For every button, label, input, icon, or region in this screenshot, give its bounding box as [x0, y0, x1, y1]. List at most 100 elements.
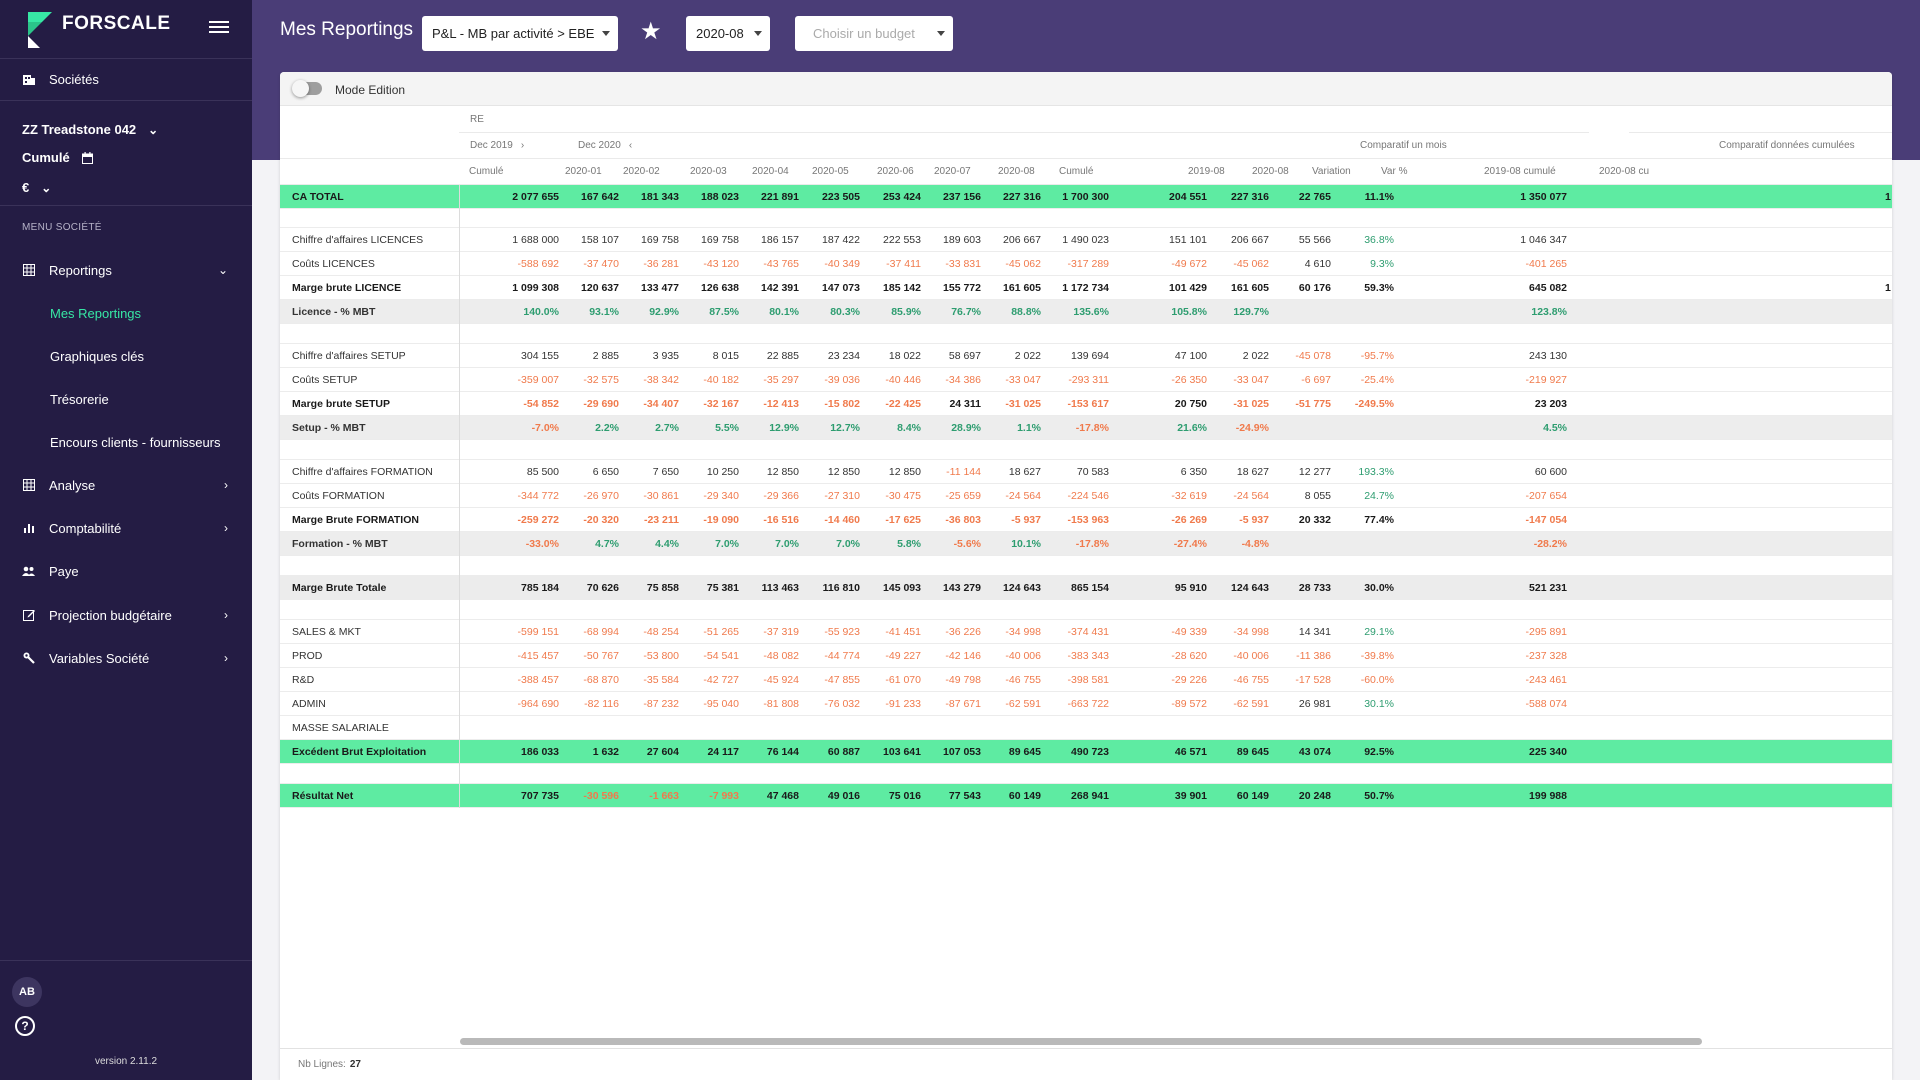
sub-header-dec-2019[interactable]: Dec 2019 › [470, 132, 524, 158]
row-label: Marge Brute FORMATION [292, 514, 419, 526]
label-column-divider [459, 344, 460, 368]
sidebar-item-comptabilite[interactable]: Comptabilité › [0, 508, 252, 548]
table-cell: 243 130 [1529, 350, 1567, 362]
company-selector[interactable]: ZZ Treadstone 042 ⌄ [22, 122, 158, 137]
company-name: ZZ Treadstone 042 [22, 122, 137, 137]
bar-chart-icon [22, 522, 35, 535]
period-selector[interactable]: Cumulé [22, 150, 93, 165]
column-header[interactable]: Cumulé [469, 158, 503, 184]
table-row[interactable]: MASSE SALARIALE [280, 716, 1892, 740]
table-row[interactable]: Chiffre d'affaires SETUP 304 155 2 885 3 93… [280, 344, 1892, 368]
table-cell: 1 172 734 [1062, 282, 1109, 294]
sidebar-item-encours[interactable]: Encours clients - fournisseurs [0, 422, 252, 462]
sidebar-item-label: Comptabilité [49, 520, 122, 536]
table-row[interactable]: ADMIN -964 690 -82 116 -87 232 -95 040 -81 80… [280, 692, 1892, 716]
menu-toggle-icon[interactable] [209, 18, 229, 36]
table-row[interactable]: Marge brute SETUP -54 852 -29 690 -34 407 -3… [280, 392, 1892, 416]
table-row[interactable]: Chiffre d'affaires LICENCES 1 688 000 158 … [280, 228, 1892, 252]
favorite-star-icon[interactable]: ★ [640, 17, 662, 46]
table-row[interactable]: Résultat Net 707 735 -30 596 -1 663 -7 993 47… [280, 784, 1892, 808]
sidebar-item-projection[interactable]: Projection budgétaire › [0, 595, 252, 635]
sub-header-dec-2020[interactable]: Dec 2020 ‹ [578, 132, 632, 158]
table-cell: -224 546 [1067, 490, 1109, 502]
label-column-divider [459, 692, 460, 716]
table-cell: -374 431 [1067, 626, 1109, 638]
table-row[interactable]: Setup - % MBT -7.0% 2.2% 2.7% 5.5% 12.9% 12.7%… [280, 416, 1892, 440]
table-cell: -153 617 [1067, 398, 1109, 410]
table-row[interactable]: Licence - % MBT 140.0% 93.1% 92.9% 87.5% 80.1… [280, 300, 1892, 324]
table-spacer-row [280, 324, 1892, 344]
table-cell: 30.1% [1364, 698, 1394, 710]
currency-selector[interactable]: € ⌄ [22, 180, 51, 195]
table-row[interactable]: Coûts FORMATION -344 772 -26 970 -30 861 -29… [280, 484, 1892, 508]
column-header[interactable]: 2020-02 [623, 158, 660, 184]
table-row[interactable]: SALES & MKT -599 151 -68 994 -48 254 -51 265… [280, 620, 1892, 644]
table-row[interactable]: PROD -415 457 -50 767 -53 800 -54 541 -48 082… [280, 644, 1892, 668]
table-cell: 29.1% [1364, 626, 1394, 638]
sidebar-item-paye[interactable]: Paye [0, 551, 252, 591]
sidebar-item-reportings[interactable]: Reportings ⌄ [0, 250, 252, 290]
table-row[interactable]: Formation - % MBT -33.0% 4.7% 4.4% 7.0% 7.0% 7… [280, 532, 1892, 556]
version-label: version 2.11.2 [94, 1056, 158, 1067]
column-header[interactable]: Variation [1312, 158, 1351, 184]
sidebar-item-label: Encours clients - fournisseurs [50, 434, 221, 450]
budget-select[interactable]: Choisir un budget [795, 16, 953, 51]
sidebar-item-variables[interactable]: Variables Société › [0, 638, 252, 678]
logo[interactable]: FORSCALE [22, 12, 171, 48]
logo-mark-icon [28, 12, 52, 48]
column-header[interactable]: Var % [1381, 158, 1408, 184]
mode-edition-toggle[interactable] [292, 80, 322, 97]
column-header[interactable]: Cumulé [1059, 158, 1093, 184]
table-cell: 521 231 [1529, 582, 1567, 594]
table-row[interactable]: Chiffre d'affaires FORMATION 85 500 6 650 7… [280, 460, 1892, 484]
panel-header: Mode Edition [280, 72, 1892, 106]
column-header[interactable]: 2020-04 [752, 158, 789, 184]
label-column-divider [459, 276, 460, 300]
column-header[interactable]: 2020-05 [812, 158, 849, 184]
table-row[interactable]: Marge brute LICENCE 1 099 308 120 637 133 4… [280, 276, 1892, 300]
column-header[interactable]: 2020-08 [1252, 158, 1289, 184]
column-header[interactable]: 2020-08 cu [1599, 158, 1649, 184]
table-icon [22, 479, 35, 492]
table-row[interactable]: Marge Brute Totale 785 184 70 626 75 858 75 … [280, 576, 1892, 600]
column-header[interactable]: 2020-08 [998, 158, 1035, 184]
label-column-divider [459, 460, 460, 484]
report-select[interactable]: P&L - MB par activité > EBE [422, 16, 618, 51]
label-column-divider [459, 185, 460, 209]
table-spacer-row [280, 440, 1892, 460]
avatar[interactable]: AB [12, 977, 42, 1007]
sidebar-item-societes[interactable]: Sociétés [0, 59, 252, 99]
column-header[interactable]: 2019-08 [1188, 158, 1225, 184]
sidebar-item-mes-reportings[interactable]: Mes Reportings [0, 293, 252, 333]
sidebar-item-label: Variables Société [49, 650, 150, 666]
table-icon [22, 264, 35, 277]
table-row[interactable]: Coûts LICENCES -588 692 -37 470 -36 281 -43 … [280, 252, 1892, 276]
table-row[interactable]: CA TOTAL 2 077 655 167 642 181 343 188 023 22… [280, 185, 1892, 209]
sidebar-item-label: Graphiques clés [50, 348, 144, 364]
column-header[interactable]: 2020-01 [565, 158, 602, 184]
help-icon[interactable]: ? [15, 1016, 35, 1036]
label-column-divider [459, 324, 460, 344]
table-cell: 123.8% [1531, 306, 1567, 318]
table-row[interactable]: R&D -388 457 -68 870 -35 584 -42 727 -45 924-… [280, 668, 1892, 692]
period-select-value: 2020-08 [696, 26, 744, 41]
label-column-divider [459, 784, 460, 808]
table-row[interactable]: Marge Brute FORMATION -259 272 -20 320 -23 … [280, 508, 1892, 532]
table-row[interactable]: Coûts SETUP -359 007 -32 575 -38 342 -40 182… [280, 368, 1892, 392]
calendar-icon [81, 151, 93, 164]
caret-down-icon [754, 31, 762, 36]
table-cell: 70 583 [1076, 466, 1109, 478]
period-select[interactable]: 2020-08 [686, 16, 770, 51]
sidebar-item-graphiques-cles[interactable]: Graphiques clés [0, 336, 252, 376]
sidebar-item-tresorerie[interactable]: Trésorerie [0, 379, 252, 419]
row-label: Setup - % MBT [292, 422, 366, 434]
column-header[interactable]: 2020-03 [690, 158, 727, 184]
chevron-down-icon: ⌄ [148, 122, 159, 137]
table-cell: 24.7% [1364, 490, 1394, 502]
sidebar-item-analyse[interactable]: Analyse › [0, 465, 252, 505]
column-header[interactable]: 2019-08 cumulé [1484, 158, 1556, 184]
column-header[interactable]: 2020-07 [934, 158, 971, 184]
table-row[interactable]: Excédent Brut Exploitation 186 033 1 632 27… [280, 740, 1892, 764]
horizontal-scrollbar[interactable] [460, 1038, 1702, 1045]
column-header[interactable]: 2020-06 [877, 158, 914, 184]
